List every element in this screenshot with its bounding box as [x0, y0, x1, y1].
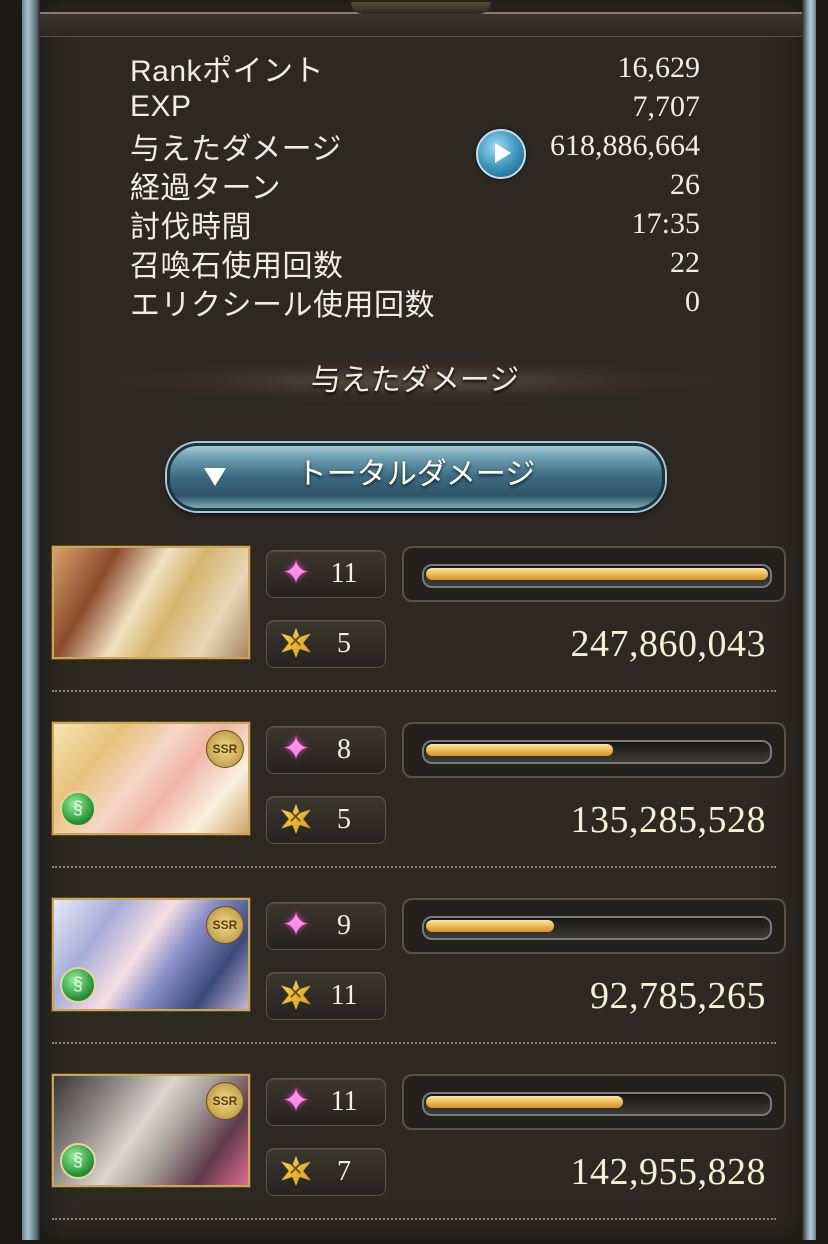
- charge-attack-icon: [281, 804, 311, 834]
- stat-row-summons: 召喚石使用回数 22: [130, 243, 700, 283]
- sparkle-star-icon: ✦: [281, 906, 311, 944]
- star-count-box: ✦ 11: [266, 550, 386, 598]
- ca-count: 11: [330, 980, 358, 1011]
- stat-label: 召喚石使用回数: [130, 249, 344, 283]
- ssr-badge: SSR: [206, 1082, 244, 1120]
- row-divider: [52, 690, 776, 692]
- star-count: 8: [337, 734, 351, 765]
- damage-bar-fill: [426, 744, 613, 756]
- damage-bar-fill: [426, 568, 768, 580]
- ssr-badge: SSR: [206, 906, 244, 944]
- star-count: 9: [337, 910, 351, 941]
- damage-bar: [402, 1074, 786, 1130]
- stat-label: Rankポイント: [130, 54, 325, 88]
- stat-label: EXP: [130, 89, 192, 123]
- damage-value: 142,955,828: [570, 1151, 766, 1193]
- character-portrait[interactable]: [52, 546, 250, 659]
- ca-count-box: 11: [266, 972, 386, 1020]
- ca-count: 7: [337, 1156, 351, 1187]
- ca-count-box: 5: [266, 796, 386, 844]
- stat-value: 17:35: [631, 206, 700, 240]
- top-ornament: [40, 2, 802, 37]
- character-portrait[interactable]: SSR §: [52, 898, 250, 1011]
- section-title: 与えたダメージ: [90, 358, 740, 404]
- sparkle-star-icon: ✦: [281, 730, 311, 768]
- stat-value: 16,629: [617, 50, 701, 84]
- wind-element-icon: §: [60, 967, 96, 1003]
- star-count: 11: [330, 1086, 358, 1117]
- character-portrait[interactable]: SSR §: [52, 722, 250, 835]
- stats-list: Rankポイント 16,629 EXP 7,707 与えたダメージ 618,88…: [130, 48, 701, 322]
- damage-bar-track: [422, 916, 772, 940]
- stat-row-rank: Rankポイント 16,629: [130, 48, 701, 88]
- stat-value: 7,707: [632, 89, 701, 123]
- ca-count: 5: [337, 804, 351, 835]
- stat-value: 26: [670, 167, 700, 201]
- star-count-box: ✦ 11: [266, 1078, 386, 1126]
- stat-label: エリクシール使用回数: [130, 288, 435, 322]
- stat-row-exp: EXP 7,707: [130, 87, 700, 126]
- stat-label: 経過ターン: [130, 171, 281, 205]
- wind-element-icon: §: [60, 1143, 96, 1179]
- stat-row-time: 討伐時間 17:35: [130, 204, 700, 244]
- stat-row-elixir: エリクシール使用回数 0: [130, 282, 700, 322]
- damage-bar-track: [422, 1092, 772, 1116]
- ssr-badge: SSR: [206, 730, 244, 768]
- stat-label: 与えたダメージ: [130, 132, 342, 166]
- stat-value: 618,886,664: [550, 128, 700, 162]
- ca-count-box: 7: [266, 1148, 386, 1196]
- row-divider: [52, 866, 776, 868]
- stat-row-turns: 経過ターン 26: [130, 165, 700, 205]
- damage-bar-fill: [426, 920, 554, 932]
- damage-type-dropdown[interactable]: トータルダメージ: [167, 443, 665, 511]
- damage-bar-fill: [426, 1096, 623, 1108]
- dropdown-label: トータルダメージ: [296, 458, 536, 491]
- character-portrait[interactable]: SSR §: [52, 1074, 250, 1187]
- damage-bar: [402, 546, 786, 602]
- damage-bar-track: [422, 564, 772, 588]
- row-divider: [52, 1042, 776, 1044]
- damage-bar: [402, 898, 786, 954]
- wind-element-icon: §: [60, 791, 96, 827]
- star-count-box: ✦ 9: [266, 902, 386, 950]
- charge-attack-icon: [281, 980, 311, 1010]
- ca-count: 5: [337, 628, 351, 659]
- damage-bar-track: [422, 740, 772, 764]
- stat-value: 22: [670, 245, 700, 279]
- damage-value: 92,785,265: [590, 975, 766, 1017]
- damage-value: 135,285,528: [570, 799, 766, 841]
- stat-row-damage: 与えたダメージ 618,886,664: [130, 126, 700, 179]
- charge-attack-icon: [281, 628, 311, 658]
- sparkle-star-icon: ✦: [281, 554, 311, 592]
- damage-value: 247,860,043: [570, 623, 766, 665]
- star-count: 11: [330, 558, 358, 589]
- sparkle-star-icon: ✦: [281, 1082, 311, 1120]
- charge-attack-icon: [281, 1156, 311, 1186]
- right-frame: [802, 0, 816, 1240]
- damage-bar: [402, 722, 786, 778]
- star-count-box: ✦ 8: [266, 726, 386, 774]
- stat-label: 討伐時間: [130, 210, 252, 244]
- ca-count-box: 5: [266, 620, 386, 668]
- stat-value: 0: [685, 284, 700, 318]
- row-divider: [52, 1218, 776, 1220]
